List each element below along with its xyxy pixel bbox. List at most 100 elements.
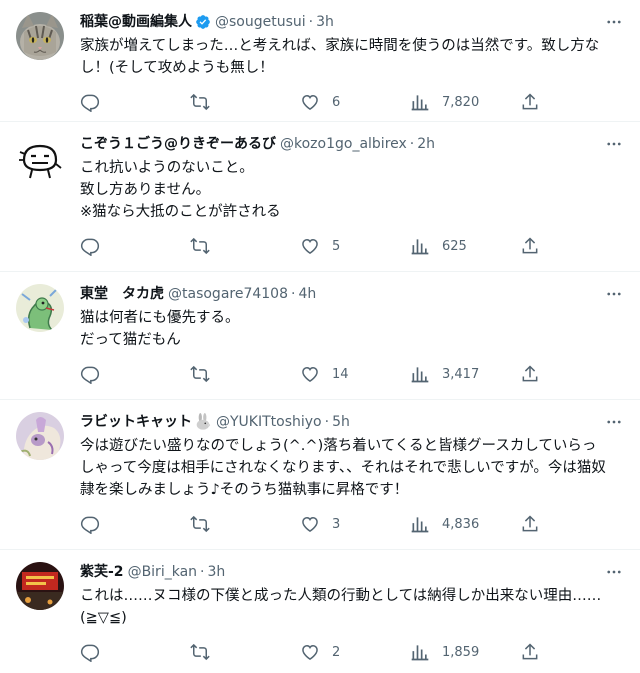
view-count: 7,820 [442,94,480,110]
timestamp[interactable]: 3h [316,12,334,32]
tweet-header: 東堂 タカ虎 @tasogare74108 · 4h [80,284,624,304]
tweet-header: こぞう１ごう@りきぞーあるび @kozo1go_albirex · 2h [80,134,624,154]
tweet-actions: 14 3,417 [80,351,540,397]
views-icon [411,239,429,255]
like-button[interactable]: 3 [300,514,370,534]
reply-button[interactable] [80,236,150,256]
view-count: 625 [442,238,467,254]
tweet[interactable]: 東堂 タカ虎 @tasogare74108 · 4h 猫は何者にも優先する。 だ… [0,272,640,400]
like-count: 3 [332,516,341,532]
separator-dot: · [324,414,330,430]
heart-icon [302,644,318,660]
like-count: 5 [332,238,341,254]
handle[interactable]: @sougetusui [215,12,306,32]
avatar[interactable] [16,284,64,332]
display-name[interactable]: ラビットキャット [80,412,192,432]
timestamp[interactable]: 5h [332,412,350,432]
tweet[interactable]: 稲葉@動画編集人 @sougetusui · 3h 家族が増えてしまった…と考え… [0,0,640,122]
timestamp[interactable]: 4h [298,284,316,304]
display-name[interactable]: 紫芙-2 [80,562,124,582]
more-icon[interactable] [604,412,624,432]
retweet-icon [190,93,210,111]
tweet-text: これ抗いようのないこと。 致し方ありません。 ※猫なら大抵のことが許される [80,160,281,220]
heart-icon [302,516,318,532]
share-button[interactable] [520,92,540,112]
tweet-actions: 3 4,836 [80,501,540,547]
more-icon[interactable] [604,562,624,582]
timestamp[interactable]: 2h [417,134,435,154]
views-button[interactable]: 625 [410,236,480,256]
tweet-text: 今は遊びたい盛りなのでしょう(^.^)落ち着いてくると皆様グースカしていらっしゃ… [80,438,606,498]
views-icon [411,645,429,661]
reply-icon [80,644,100,662]
reply-button[interactable] [80,642,150,662]
share-button[interactable] [520,364,540,384]
avatar[interactable] [16,412,64,460]
views-button[interactable]: 1,859 [410,642,480,662]
more-icon[interactable] [604,12,624,32]
tweet[interactable]: ラビットキャット @YUKITtoshiyo · 5h 今は遊びたい盛りなのでし… [0,400,640,550]
handle[interactable]: @tasogare74108 [168,284,288,304]
separator-dot: · [291,286,296,302]
separator-dot: · [308,14,314,30]
views-icon [411,367,429,383]
views-button[interactable]: 3,417 [410,364,480,384]
views-icon [411,95,429,111]
like-button[interactable]: 6 [300,92,370,112]
like-count: 6 [332,94,341,110]
heart-icon [302,94,318,110]
share-button[interactable] [520,236,540,256]
display-name[interactable]: 稲葉@動画編集人 [80,12,192,32]
reply-icon [80,516,100,534]
rabbit-icon [194,413,212,431]
avatar[interactable] [16,134,64,182]
retweet-button[interactable] [190,364,260,384]
like-button[interactable]: 2 [300,642,370,662]
tweet-actions: 6 7,820 [80,79,540,125]
views-button[interactable]: 4,836 [410,514,480,534]
retweet-icon [190,365,210,383]
verified-badge-icon [195,14,211,30]
view-count: 1,859 [442,644,480,660]
timeline: 稲葉@動画編集人 @sougetusui · 3h 家族が増えてしまった…と考え… [0,0,640,673]
share-button[interactable] [520,514,540,534]
like-button[interactable]: 14 [300,364,370,384]
tweet[interactable]: 紫芙-2 @Biri_kan · 3h これは……ヌコ様の下僕と成った人類の行動… [0,550,640,673]
display-name[interactable]: 東堂 タカ虎 [80,284,164,304]
tweet-actions: 2 1,859 [80,629,540,673]
tweet[interactable]: こぞう１ごう@りきぞーあるび @kozo1go_albirex · 2h これ抗… [0,122,640,272]
more-icon[interactable] [604,134,624,154]
separator-dot: · [409,136,415,152]
share-icon [522,643,538,660]
avatar[interactable] [16,562,64,610]
share-icon [522,93,538,110]
tweet-header: ラビットキャット @YUKITtoshiyo · 5h [80,412,624,432]
share-icon [522,237,538,254]
retweet-button[interactable] [190,642,260,662]
retweet-button[interactable] [190,236,260,256]
reply-button[interactable] [80,92,150,112]
reply-icon [80,366,100,384]
share-button[interactable] [520,642,540,662]
timestamp[interactable]: 3h [207,562,225,582]
reply-icon [80,94,100,112]
tweet-text: 猫は何者にも優先する。 だって猫だもん [80,310,240,348]
avatar[interactable] [16,12,64,60]
views-button[interactable]: 7,820 [410,92,480,112]
more-icon[interactable] [604,284,624,304]
separator-dot: · [200,564,205,580]
handle[interactable]: @YUKITtoshiyo [216,412,322,432]
like-button[interactable]: 5 [300,236,370,256]
view-count: 3,417 [442,366,480,382]
heart-icon [302,366,318,382]
reply-button[interactable] [80,514,150,534]
display-name[interactable]: こぞう１ごう@りきぞーあるび [80,134,276,154]
tweet-text: 家族が増えてしまった…と考えれば、家族に時間を使うのは当然です。致し方なし！(そ… [80,38,600,76]
retweet-button[interactable] [190,514,260,534]
handle[interactable]: @kozo1go_albirex [280,134,407,154]
retweet-button[interactable] [190,92,260,112]
handle[interactable]: @Biri_kan [128,562,197,582]
reply-button[interactable] [80,364,150,384]
tweet-actions: 5 625 [80,223,540,269]
retweet-icon [190,643,210,661]
